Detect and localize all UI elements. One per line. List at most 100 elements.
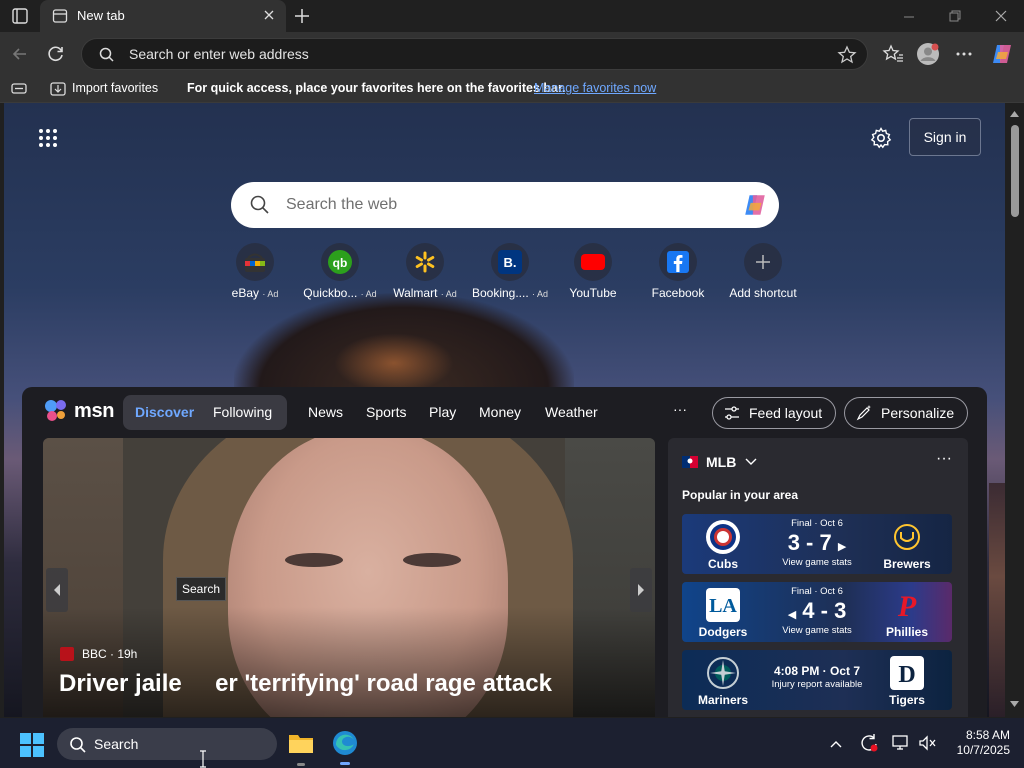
address-bar[interactable]: Search or enter web address	[81, 38, 868, 70]
new-tab-plus-icon[interactable]	[290, 6, 314, 26]
shortcut-label: Booking....	[471, 286, 529, 300]
edge-browser-icon[interactable]	[332, 730, 358, 765]
settings-gear-icon[interactable]	[870, 127, 892, 154]
new-tab-page: Sign in Search the web eBay · Ad qb Quic…	[4, 103, 1005, 717]
title-bar: New tab	[0, 0, 1024, 32]
copilot-icon[interactable]	[741, 192, 769, 223]
chevron-down-icon	[745, 458, 757, 465]
team-home: Mariners	[688, 656, 758, 707]
web-search-box[interactable]: Search the web	[231, 182, 779, 228]
nav-money[interactable]: Money	[479, 404, 521, 420]
hero-article-card[interactable]: BBC · 19h Driver jaile er 'terrifying' r…	[43, 438, 655, 717]
feed-layout-button[interactable]: Feed layout	[712, 397, 836, 429]
nav-weather[interactable]: Weather	[545, 404, 598, 420]
walmart-spark-icon	[406, 243, 444, 281]
scrollbar-thumb[interactable]	[1011, 125, 1019, 217]
restore-icon[interactable]	[944, 6, 966, 26]
tab-title: New tab	[77, 8, 125, 23]
personalize-label: Personalize	[881, 405, 955, 421]
league-selector[interactable]: MLB	[682, 454, 758, 470]
background-town-lights	[989, 483, 1005, 717]
quickbooks-icon: qb	[321, 243, 359, 281]
game-row[interactable]: Cubs Final · Oct 6 3 - 7 ▶ View game sta…	[682, 514, 952, 574]
volume-muted-icon[interactable]	[918, 734, 938, 757]
game-score: 4:08 PM · Oct 7 Injury report available	[762, 654, 872, 690]
tab-actions-icon[interactable]	[8, 6, 32, 26]
nav-news[interactable]: News	[308, 404, 343, 420]
shortcut-booking[interactable]: B. Booking.... · Ad	[467, 243, 553, 300]
page-scrollbar[interactable]	[1005, 103, 1024, 717]
score-text: 3 - 7	[787, 530, 832, 555]
favorites-icon[interactable]	[881, 42, 905, 66]
back-arrow-icon[interactable]	[8, 42, 32, 66]
mariners-logo-icon	[706, 656, 740, 690]
dodgers-logo-icon: LA	[706, 588, 740, 622]
sports-more-button[interactable]: ···	[936, 450, 952, 468]
msn-feed: msn Discover Following News Sports Play …	[22, 387, 987, 717]
taskbar-search[interactable]: Search	[57, 728, 277, 760]
refresh-icon[interactable]	[44, 42, 68, 66]
team-away: P Phillies	[872, 588, 942, 639]
shortcut-label: Quickbo...	[303, 286, 358, 300]
winner-arrow-icon: ▶	[837, 541, 847, 553]
carousel-prev-icon[interactable]	[46, 568, 68, 612]
profile-avatar-icon[interactable]	[916, 42, 940, 66]
search-icon	[69, 736, 87, 759]
sign-in-button[interactable]: Sign in	[909, 118, 981, 156]
clock-time: 8:58 AM	[965, 728, 1010, 742]
scroll-up-icon[interactable]	[1005, 107, 1024, 121]
game-row[interactable]: LA Dodgers Final · Oct 6 ◀ 4 - 3 View ga…	[682, 582, 952, 642]
article-source: BBC · 19h	[60, 647, 137, 661]
league-name: MLB	[706, 454, 737, 470]
shortcut-quickbooks[interactable]: qb Quickbo... · Ad	[297, 243, 383, 300]
personalize-button[interactable]: Personalize	[844, 397, 968, 429]
search-placeholder: Search the web	[286, 196, 398, 213]
nav-play[interactable]: Play	[429, 404, 456, 420]
team-away: D Tigers	[872, 656, 942, 707]
add-shortcut-button[interactable]: Add shortcut	[720, 243, 806, 300]
nav-sports[interactable]: Sports	[366, 404, 406, 420]
carousel-next-icon[interactable]	[630, 568, 652, 612]
article-headline[interactable]: Driver jaile er 'terrifying' road rage a…	[59, 670, 552, 698]
game-row[interactable]: Mariners 4:08 PM · Oct 7 Injury report a…	[682, 650, 952, 710]
article-source-text: BBC · 19h	[82, 647, 138, 661]
manage-favorites-link[interactable]: Manage favorites now	[534, 81, 656, 95]
close-window-icon[interactable]	[990, 6, 1012, 26]
game-score: Final · Oct 6 ◀ 4 - 3 View game stats	[762, 586, 872, 636]
browser-tab[interactable]: New tab	[40, 0, 286, 32]
tab-following[interactable]: Following	[213, 404, 272, 420]
background-glow	[334, 333, 454, 393]
file-explorer-icon[interactable]	[288, 731, 314, 766]
svg-text:P: P	[897, 590, 917, 620]
shortcut-ebay[interactable]: eBay · Ad	[212, 243, 298, 300]
windows-start-icon[interactable]	[20, 733, 44, 762]
app-launcher-icon[interactable]	[38, 128, 58, 148]
ebay-bag-icon	[236, 243, 274, 281]
feed-tab-group: Discover Following	[123, 395, 287, 430]
team-away: Brewers	[872, 520, 942, 571]
minimize-icon[interactable]	[898, 6, 920, 26]
sidebar-toggle-icon[interactable]	[10, 81, 28, 100]
cubs-logo-icon	[706, 520, 740, 554]
favorites-bar: Import favorites For quick access, place…	[0, 76, 1024, 103]
nav-more-button[interactable]: ···	[673, 401, 687, 417]
copilot-icon[interactable]	[990, 42, 1014, 66]
shortcut-walmart[interactable]: Walmart · Ad	[382, 243, 468, 300]
chevron-up-icon[interactable]	[829, 736, 843, 754]
system-clock[interactable]: 8:58 AM 10/7/2025	[944, 728, 1010, 758]
tab-discover[interactable]: Discover	[135, 404, 194, 420]
more-menu-icon[interactable]	[952, 42, 976, 66]
scroll-down-icon[interactable]	[1005, 697, 1024, 711]
close-tab-icon[interactable]	[262, 8, 276, 27]
sports-subtitle: Popular in your area	[682, 488, 799, 502]
game-status: Final · Oct 6	[791, 518, 843, 529]
update-icon[interactable]	[859, 733, 879, 758]
favorite-star-icon[interactable]	[837, 45, 857, 70]
shortcut-facebook[interactable]: Facebook	[635, 243, 721, 300]
shortcuts-row: eBay · Ad qb Quickbo... · Ad Walmart · A…	[212, 243, 812, 303]
shortcut-youtube[interactable]: YouTube	[550, 243, 636, 300]
import-favorites-icon[interactable]	[49, 81, 67, 100]
network-icon[interactable]	[891, 734, 911, 757]
msn-logo[interactable]: msn	[44, 398, 115, 424]
import-favorites-button[interactable]: Import favorites	[72, 81, 158, 95]
